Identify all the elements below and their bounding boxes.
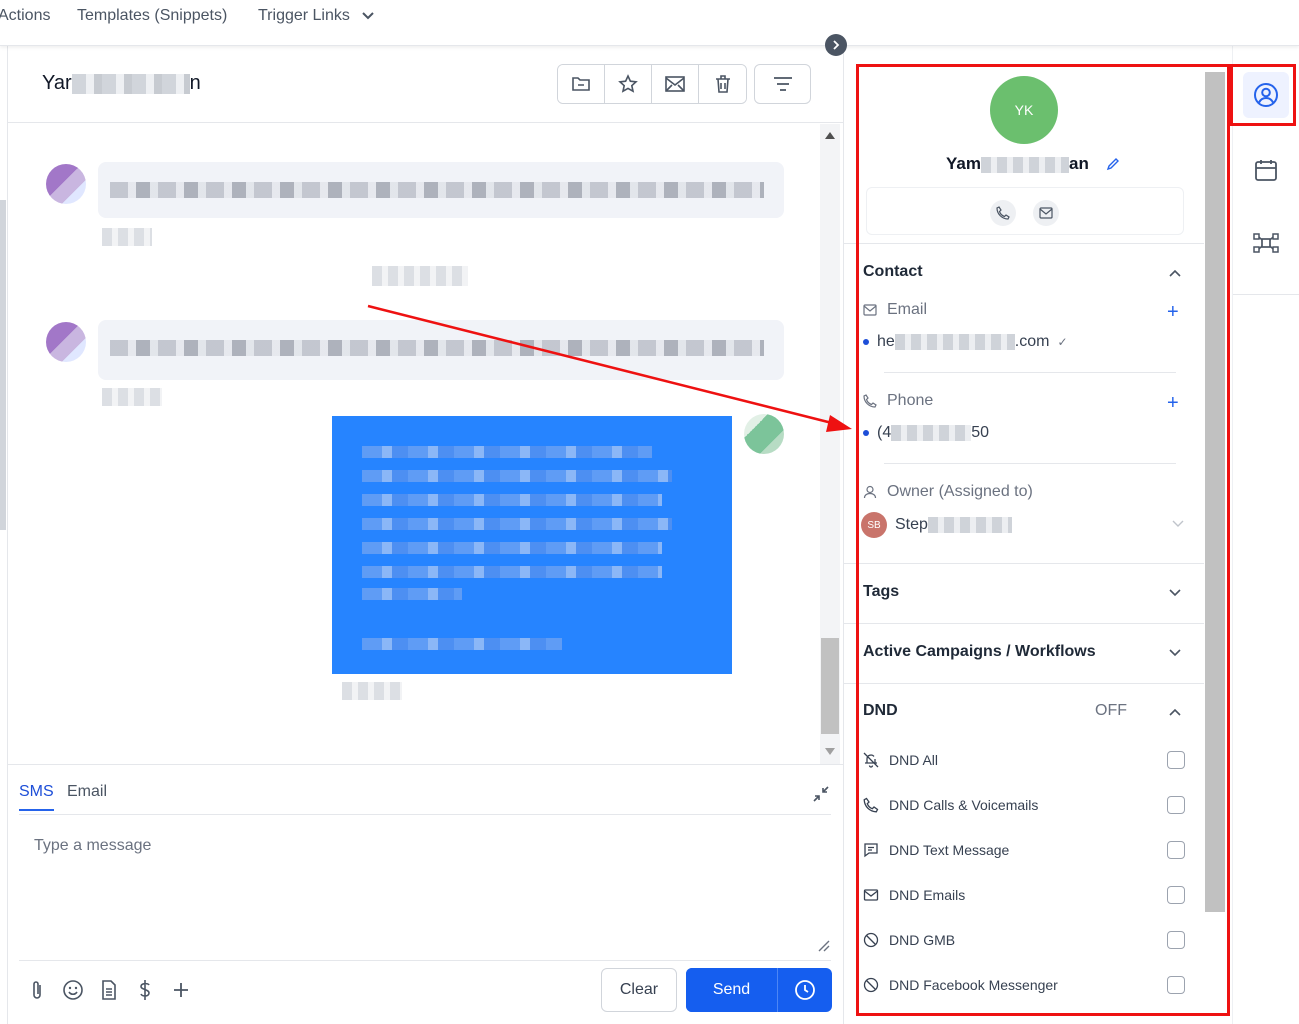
calendar-icon[interactable] <box>1243 147 1289 193</box>
nav-actions[interactable]: Actions <box>0 7 50 25</box>
left-scroll-strip <box>0 200 6 530</box>
resize-handle-icon[interactable] <box>818 939 830 957</box>
date-divider <box>372 266 468 286</box>
conversation-contact-name: Yar n <box>42 72 201 94</box>
send-group: Send <box>686 968 832 1012</box>
send-button[interactable]: Send <box>686 968 778 1012</box>
scroll-down-arrow[interactable] <box>825 748 835 755</box>
collapse-icon[interactable] <box>812 785 830 808</box>
chevron-right-icon[interactable] <box>825 34 847 56</box>
schedule-clock-icon[interactable] <box>778 968 832 1012</box>
conversation-header: Yar n <box>8 46 844 123</box>
nav-trigger-links[interactable]: Trigger Links <box>258 7 350 25</box>
emoji-icon[interactable] <box>62 979 84 1001</box>
trash-icon[interactable] <box>699 65 746 103</box>
highlight-box-panel <box>856 64 1230 1016</box>
conversation-actions <box>557 64 747 104</box>
document-icon[interactable] <box>98 979 120 1001</box>
tab-email[interactable]: Email <box>67 783 107 801</box>
filter-icon[interactable] <box>754 64 811 104</box>
message-timestamp <box>102 388 162 406</box>
highlight-box-rail <box>1230 64 1296 126</box>
message-timestamp <box>102 228 152 246</box>
right-icon-rail <box>1232 46 1299 1024</box>
avatar <box>46 322 86 362</box>
incoming-message <box>98 162 784 218</box>
scroll-thumb[interactable] <box>821 638 839 734</box>
scroll-up-arrow[interactable] <box>825 132 835 139</box>
avatar <box>46 164 86 204</box>
avatar <box>744 414 784 454</box>
nav-templates[interactable]: Templates (Snippets) <box>77 7 227 25</box>
attachment-icon[interactable] <box>26 979 48 1001</box>
chevron-down-icon[interactable] <box>362 11 374 23</box>
message-list <box>8 124 844 764</box>
mail-open-icon[interactable] <box>652 65 699 103</box>
star-icon[interactable] <box>605 65 652 103</box>
incoming-message <box>98 320 784 380</box>
redacted-name <box>71 73 190 94</box>
composer-tools <box>26 979 192 1001</box>
workflow-network-icon[interactable] <box>1243 220 1289 266</box>
conversation-pane: Yar n SMS Email Type a message Clear Sen… <box>7 46 844 1024</box>
message-timestamp <box>342 682 402 700</box>
folder-icon[interactable] <box>558 65 605 103</box>
tab-sms[interactable]: SMS <box>19 783 54 811</box>
dollar-icon[interactable] <box>134 979 156 1001</box>
clear-button[interactable]: Clear <box>601 968 677 1012</box>
message-input[interactable] <box>19 815 831 959</box>
plus-icon[interactable] <box>170 979 192 1001</box>
outgoing-message <box>332 416 732 674</box>
message-scrollbar[interactable] <box>820 124 840 764</box>
composer-divider <box>19 960 831 961</box>
top-nav-bar: Actions Templates (Snippets) Trigger Lin… <box>0 0 1299 46</box>
message-composer: SMS Email Clear Send <box>8 764 844 1024</box>
